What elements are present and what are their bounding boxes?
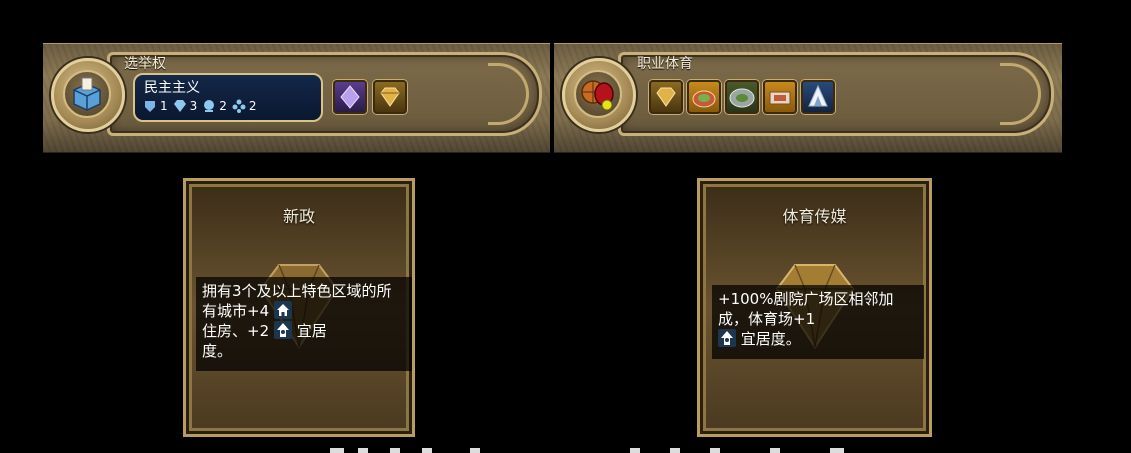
government-name: 民主主义 — [144, 80, 200, 96]
card-title: 体育传媒 — [782, 207, 847, 226]
amenities-icon — [718, 329, 736, 347]
golden-age-card-icon[interactable] — [649, 80, 683, 114]
banner-title: 职业体育 — [637, 56, 693, 72]
wildcard-slot: 2 — [232, 99, 257, 113]
stadium-icon[interactable] — [687, 80, 721, 114]
diplomatic-slot-icon — [204, 100, 215, 112]
suffrage-banner: 选举权 民主主义 1 3 2 2 — [43, 43, 550, 153]
theater-district-icon[interactable] — [763, 80, 797, 114]
golden-age-card-icon[interactable] — [373, 80, 407, 114]
housing-icon — [273, 301, 292, 319]
economic-slot: 3 — [173, 99, 197, 113]
military-slot: 1 — [143, 99, 168, 113]
diplomatic-slot: 2 — [202, 99, 227, 113]
economic-slot-icon — [173, 100, 186, 112]
ballot-box-medallion — [51, 58, 125, 132]
winter-sports-icon[interactable] — [801, 80, 835, 114]
policy-card-new-deal[interactable]: 新政 拥有3个及以上特色区域的所有城市+4 住房、+2 宜居 度。 — [183, 178, 415, 437]
professional-sports-banner: 职业体育 — [554, 43, 1062, 153]
military-slot-icon — [145, 101, 155, 112]
banner-title: 选举权 — [124, 56, 166, 72]
sports-balls-icon — [581, 80, 614, 111]
amenities-icon — [273, 321, 292, 339]
card-description: +100%剧院广场区相邻加成，体育场+1 宜居度。 — [712, 285, 924, 359]
card-description: 拥有3个及以上特色区域的所有城市+4 住房、+2 宜居 度。 — [196, 277, 412, 371]
cropped-caption — [330, 448, 844, 453]
policy-card-sports-media[interactable]: 体育传媒 +100%剧院广场区相邻加成，体育场+1 宜居度。 — [697, 178, 932, 437]
wildcard-card-icon[interactable] — [333, 80, 367, 114]
arena-icon[interactable] — [725, 80, 759, 114]
government-type[interactable]: 民主主义 1 3 2 2 — [133, 73, 323, 122]
sports-balls-medallion — [562, 58, 636, 132]
wildcard-slot-icon — [232, 99, 246, 113]
card-title: 新政 — [282, 207, 315, 226]
ballot-box-icon — [73, 77, 101, 111]
